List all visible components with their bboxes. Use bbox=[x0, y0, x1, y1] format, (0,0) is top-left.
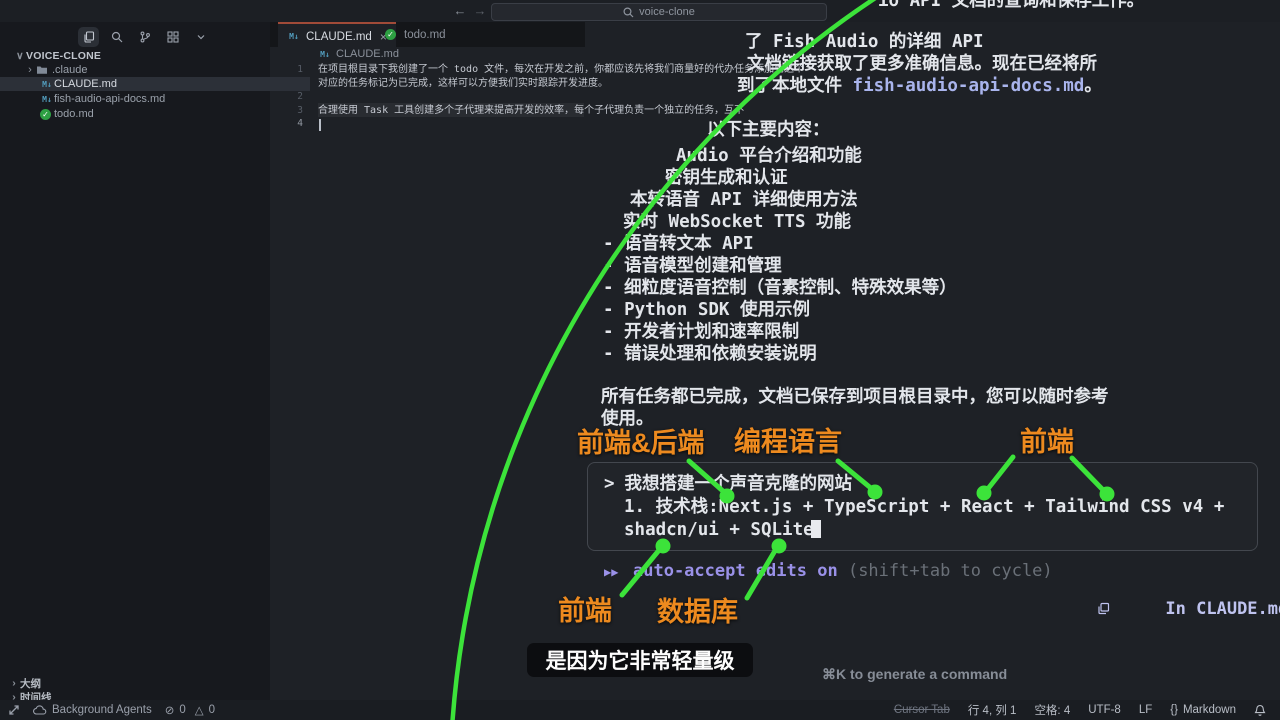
cmdk-hint: ⌘K to generate a command bbox=[822, 666, 1007, 683]
remote-window-icon[interactable] bbox=[8, 704, 20, 716]
inline-code-filename: fish-audio-api-docs.md bbox=[853, 76, 1085, 96]
sidebar-item-fish-audio-api-docs[interactable]: M↓ fish-audio-api-docs.md bbox=[0, 92, 310, 106]
terminal-line: 使用。 bbox=[601, 408, 654, 430]
line-col-indicator[interactable]: 行 4, 列 1 bbox=[968, 702, 1017, 718]
outline-panel-header[interactable]: › 大纲 bbox=[0, 676, 278, 690]
annotation-label-frontend-2: 前端 bbox=[558, 597, 612, 625]
fast-forward-icon: ▶▶ bbox=[604, 563, 618, 581]
chevron-down-icon: ∨ bbox=[14, 50, 26, 62]
error-circle-icon: ⊘ bbox=[165, 703, 175, 717]
code-line[interactable]: 合理使用 Task 工具创建多个子代理来提高开发的效率，每个子代理负责一个独立的… bbox=[318, 104, 744, 118]
annotation-label-frontend-backend: 前端&后端 bbox=[577, 429, 705, 457]
annotation-label-frontend: 前端 bbox=[1020, 428, 1074, 456]
warning-triangle-icon: △ bbox=[195, 703, 204, 717]
terminal-line: - 语音模型创建和管理 bbox=[603, 255, 782, 277]
breadcrumb[interactable]: M↓ CLAUDE.md bbox=[318, 48, 399, 60]
encoding-indicator[interactable]: UTF-8 bbox=[1088, 704, 1121, 716]
terminal-line: 文档链接获取了更多准确信息。现在已经将所 bbox=[747, 53, 1097, 75]
braces-icon: {} bbox=[1170, 704, 1178, 716]
search-input[interactable]: voice-clone bbox=[491, 3, 827, 21]
tab-bar: M↓ CLAUDE.md × ✓ todo.md bbox=[270, 22, 585, 47]
code-line[interactable]: 在项目根目录下我创建了一个 todo 文件，每次在开发之前，你都应该先将我们商量… bbox=[318, 63, 804, 77]
auto-accept-toggle[interactable]: auto-accept edits on (shift+tab to cycle… bbox=[633, 561, 1053, 581]
terminal-line: - 开发者计划和速率限制 bbox=[603, 321, 799, 343]
text-caret bbox=[319, 119, 321, 131]
search-icon[interactable] bbox=[106, 27, 127, 47]
terminal-line: 本转语音 API 详细使用方法 bbox=[630, 189, 858, 211]
terminal-line: 所有任务都已完成，文档已保存到项目根目录中，您可以随时参考 bbox=[601, 386, 1109, 408]
terminal-line: 以下主要内容： bbox=[707, 119, 830, 141]
project-root[interactable]: ∨ VOICE-CLONE bbox=[0, 49, 284, 63]
back-arrow-icon[interactable]: ← bbox=[452, 3, 468, 19]
terminal-line: - 错误处理和依赖安装说明 bbox=[603, 343, 817, 365]
panel-action-icons bbox=[78, 27, 211, 47]
sidebar-item-claude-folder[interactable]: › .claude bbox=[0, 63, 294, 77]
line-number: 1 bbox=[289, 63, 303, 77]
app-window: ← → voice-clone bbox=[0, 0, 1280, 720]
line-number: 3 bbox=[289, 104, 303, 118]
forward-arrow-icon[interactable]: → bbox=[472, 3, 488, 19]
language-mode-indicator[interactable]: {} Markdown bbox=[1170, 704, 1236, 716]
check-circle-icon: ✓ bbox=[385, 29, 396, 40]
video-subtitle: 是因为它非常轻量级 bbox=[527, 643, 753, 677]
folder-icon bbox=[36, 65, 48, 75]
line-number-active: 4 bbox=[289, 117, 303, 131]
background-agents-button[interactable]: Background Agents bbox=[33, 704, 152, 716]
terminal-cursor bbox=[811, 520, 821, 538]
branch-icon[interactable] bbox=[134, 27, 155, 47]
notifications-bell-icon[interactable] bbox=[1254, 704, 1266, 717]
explorer-sidebar: ∨ VOICE-CLONE › .claude M↓ CLAUDE.md M↓ … bbox=[0, 22, 270, 700]
terminal-line: 到了本地文件 fish-audio-api-docs.md。 bbox=[737, 75, 1102, 97]
extensions-icon[interactable] bbox=[162, 27, 183, 47]
status-bar: Background Agents ⊘ 0 △ 0 Cursor Tab 行 4… bbox=[0, 700, 1280, 720]
prompt-row: 1. 技术栈:Next.js + TypeScript + React + Ta… bbox=[624, 496, 1224, 518]
sidebar-item-claude-md[interactable]: M↓ CLAUDE.md bbox=[0, 77, 310, 91]
chevron-right-icon: › bbox=[24, 64, 36, 76]
file-copy-icon bbox=[1097, 562, 1158, 655]
markdown-icon: M↓ bbox=[40, 80, 54, 89]
markdown-icon: M↓ bbox=[40, 95, 54, 104]
terminal-line: - Python SDK 使用示例 bbox=[603, 299, 810, 321]
chevron-right-icon: › bbox=[8, 677, 20, 689]
copy-icon[interactable] bbox=[78, 27, 99, 47]
terminal-line: Audio 平台介绍和功能 bbox=[676, 145, 862, 167]
markdown-icon: M↓ bbox=[318, 50, 332, 59]
terminal-line: 实时 WebSocket TTS 功能 bbox=[623, 211, 851, 233]
eol-indicator[interactable]: LF bbox=[1139, 704, 1152, 716]
problems-indicator[interactable]: ⊘ 0 △ 0 bbox=[165, 703, 215, 717]
context-indicator: In CLAUDE.md bbox=[1097, 562, 1280, 655]
terminal-line: io API 文档的查询和保存工作。 bbox=[878, 0, 1144, 12]
annotation-label-programming-language: 编程语言 bbox=[734, 428, 842, 456]
chevron-down-icon[interactable] bbox=[190, 27, 211, 47]
indentation-indicator[interactable]: 空格: 4 bbox=[1034, 702, 1070, 718]
check-circle-icon: ✓ bbox=[40, 109, 51, 120]
cloud-icon bbox=[33, 705, 47, 715]
terminal-line: 密钥生成和认证 bbox=[665, 167, 788, 189]
line-number: 2 bbox=[289, 90, 303, 104]
search-value: voice-clone bbox=[639, 6, 695, 18]
terminal-line: - 语音转文本 API bbox=[603, 233, 754, 255]
code-line[interactable]: 对应的任务标记为已完成，这样可以方便我们实时跟踪开发进度。 bbox=[318, 77, 608, 91]
annotation-label-database: 数据库 bbox=[657, 598, 738, 626]
terminal-line: - 细粒度语音控制（音素控制、特殊效果等） bbox=[603, 277, 957, 299]
prompt-row: >我想搭建一个声音克隆的网站 bbox=[604, 473, 852, 495]
terminal-line: 了 Fish Audio 的详细 API bbox=[745, 31, 984, 53]
cursor-tab-toggle[interactable]: Cursor Tab bbox=[894, 704, 950, 716]
sidebar-item-todo-md[interactable]: ✓ todo.md bbox=[0, 107, 310, 121]
markdown-icon: M↓ bbox=[287, 32, 301, 41]
tab-todo-md[interactable]: ✓ todo.md bbox=[376, 22, 455, 47]
prompt-row: shadcn/ui + SQLite bbox=[624, 519, 814, 541]
search-icon bbox=[623, 7, 634, 18]
